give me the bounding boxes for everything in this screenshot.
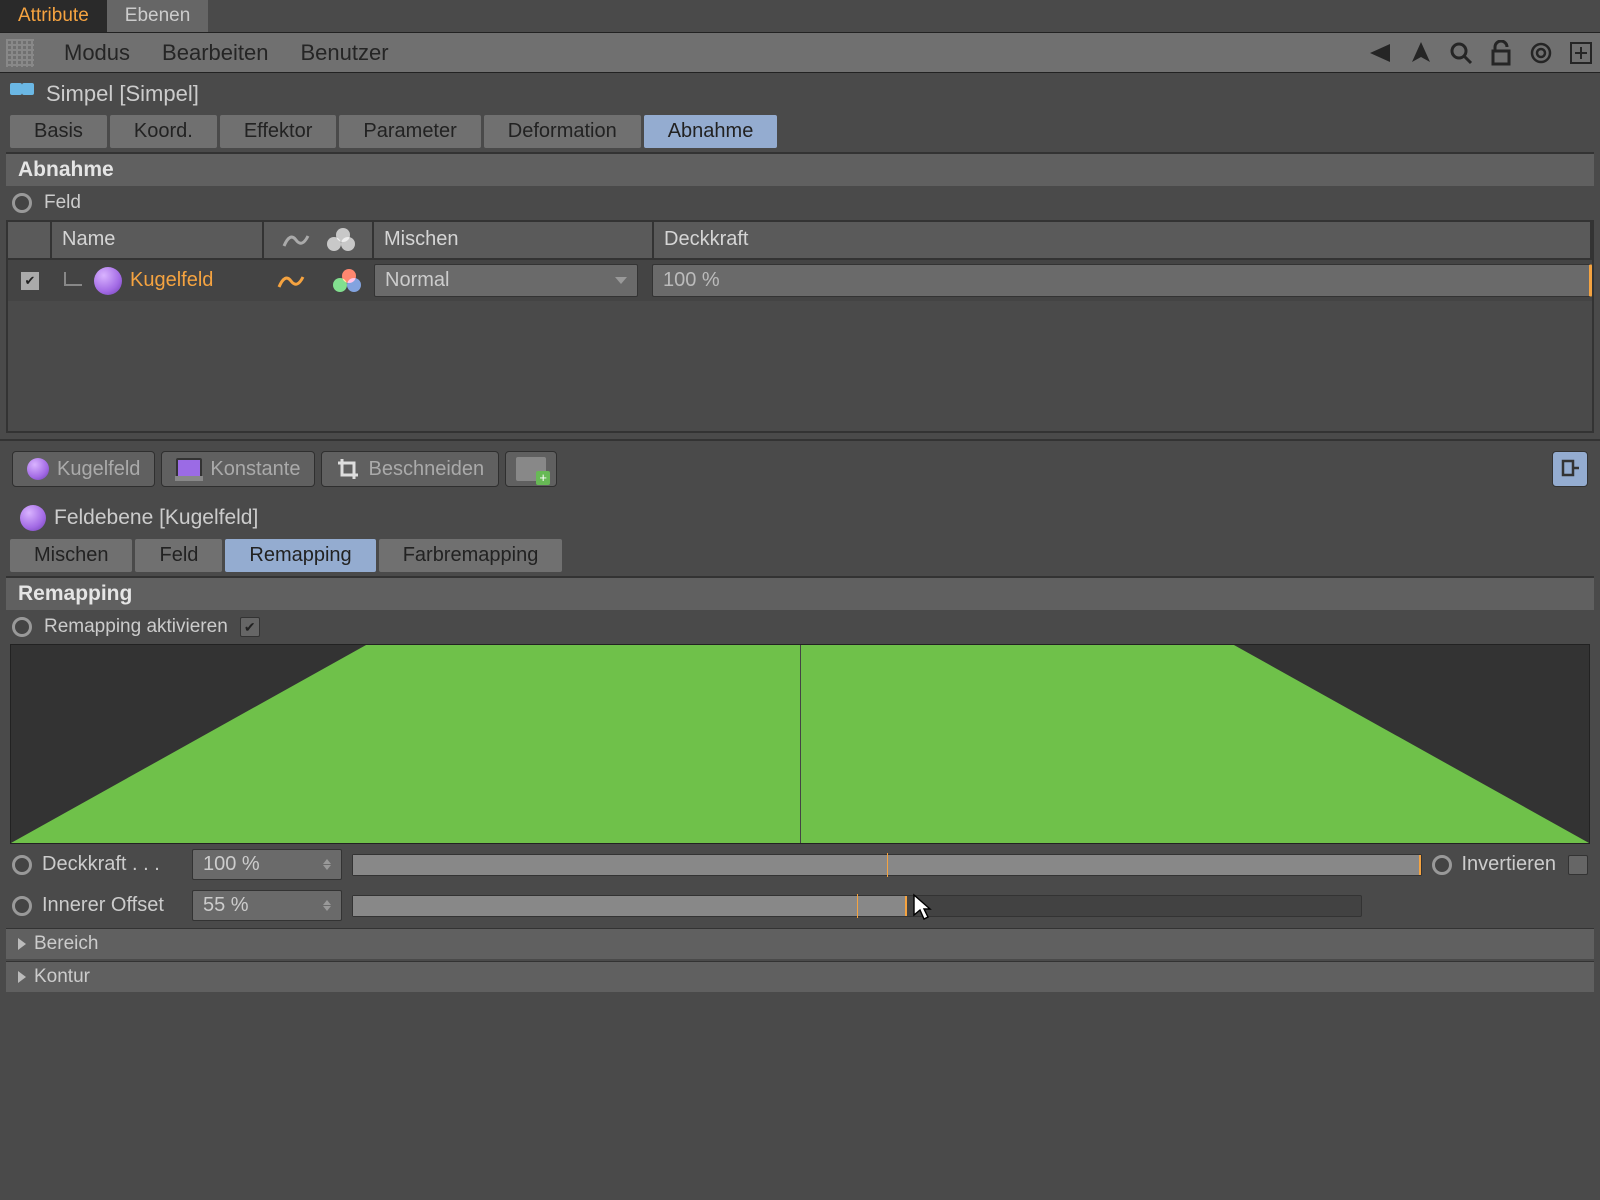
section-remapping-header: Remapping	[6, 576, 1594, 610]
tab-ebenen[interactable]: Ebenen	[107, 0, 209, 32]
inner-offset-input[interactable]: 55 %	[192, 890, 342, 921]
feld-label: Feld	[44, 192, 81, 214]
layer-value-icon[interactable]	[277, 269, 307, 293]
tab-remapping[interactable]: Remapping	[225, 539, 375, 572]
tab-deformation[interactable]: Deformation	[484, 115, 641, 148]
add-panel-icon[interactable]	[1568, 40, 1594, 66]
tab-koord[interactable]: Koord.	[110, 115, 217, 148]
add-kugelfeld-button[interactable]: Kugelfeld	[12, 451, 155, 487]
inner-offset-label: Innerer Offset	[42, 894, 182, 917]
inner-offset-keyframe-icon[interactable]	[12, 896, 32, 916]
layer-row[interactable]: ✔ Kugelfeld Normal 100 %	[8, 260, 1592, 301]
col-flags	[264, 222, 374, 258]
invertieren-keyframe-icon[interactable]	[1432, 855, 1452, 875]
layer-color-icon[interactable]	[333, 269, 361, 293]
bereich-collapse[interactable]: Bereich	[6, 928, 1594, 959]
deckkraft-input[interactable]: 100 %	[192, 849, 342, 880]
tab-parameter[interactable]: Parameter	[339, 115, 480, 148]
chevron-right-icon	[18, 971, 26, 983]
deckkraft-keyframe-icon[interactable]	[12, 855, 32, 875]
tab-mischen[interactable]: Mischen	[10, 539, 132, 572]
object-type-icon	[10, 83, 34, 105]
sphere-field-icon	[94, 267, 122, 295]
remapping-enable-label: Remapping aktivieren	[44, 616, 228, 638]
add-beschneiden-button[interactable]: Beschneiden	[321, 451, 499, 487]
layer-name: Kugelfeld	[130, 269, 213, 292]
tab-farbremapping[interactable]: Farbremapping	[379, 539, 563, 572]
col-name: Name	[52, 222, 264, 258]
nav-up-icon[interactable]	[1408, 40, 1434, 66]
folder-plus-icon	[516, 457, 546, 481]
tree-line-icon	[64, 272, 82, 286]
section-abnahme-header: Abnahme	[6, 152, 1594, 186]
view-mode-icon[interactable]	[6, 39, 34, 67]
layer-list-empty-area[interactable]	[8, 301, 1592, 431]
remapping-enable-checkbox[interactable]	[240, 617, 260, 637]
lock-icon[interactable]	[1488, 40, 1514, 66]
kontur-collapse[interactable]: Kontur	[6, 961, 1594, 992]
blend-mode-dropdown[interactable]: Normal	[374, 264, 638, 297]
object-title: Simpel [Simpel]	[46, 81, 199, 107]
layer-opacity-input[interactable]: 100 %	[652, 264, 1592, 297]
tab-effektor[interactable]: Effektor	[220, 115, 337, 148]
add-konstante-button[interactable]: Konstante	[161, 451, 315, 487]
menu-bearbeiten[interactable]: Bearbeiten	[146, 40, 284, 66]
tab-abnahme[interactable]: Abnahme	[644, 115, 778, 148]
chevron-right-icon	[18, 938, 26, 950]
crop-icon	[336, 457, 360, 481]
color-filter-icon	[327, 228, 355, 252]
layer-enable-checkbox[interactable]: ✔	[21, 272, 39, 290]
menu-modus[interactable]: Modus	[48, 40, 146, 66]
remapping-graph[interactable]	[10, 644, 1590, 844]
target-icon[interactable]	[1528, 40, 1554, 66]
constant-icon	[176, 458, 202, 480]
search-icon[interactable]	[1448, 40, 1474, 66]
tab-basis[interactable]: Basis	[10, 115, 107, 148]
tab-attribute[interactable]: Attribute	[0, 0, 107, 32]
tab-feld[interactable]: Feld	[135, 539, 222, 572]
invertieren-label: Invertieren	[1462, 853, 1557, 876]
deckkraft-slider[interactable]	[352, 854, 1422, 876]
sphere-field-icon	[20, 505, 46, 531]
feld-keyframe-icon[interactable]	[12, 193, 32, 213]
value-filter-icon	[282, 228, 312, 252]
col-enable	[8, 222, 52, 258]
inner-offset-slider[interactable]	[352, 895, 1362, 917]
nav-back-icon[interactable]	[1368, 40, 1394, 66]
invertieren-checkbox[interactable]	[1568, 855, 1588, 875]
col-mischen: Mischen	[374, 222, 654, 258]
col-deckkraft: Deckkraft	[654, 222, 1592, 258]
sphere-icon	[27, 458, 49, 480]
feldebene-title: Feldebene [Kugelfeld]	[54, 506, 258, 530]
field-link-button[interactable]	[1552, 451, 1588, 487]
remapping-keyframe-icon[interactable]	[12, 617, 32, 637]
menu-benutzer[interactable]: Benutzer	[284, 40, 404, 66]
add-folder-button[interactable]	[505, 451, 557, 487]
deckkraft-label: Deckkraft . . .	[42, 853, 182, 876]
